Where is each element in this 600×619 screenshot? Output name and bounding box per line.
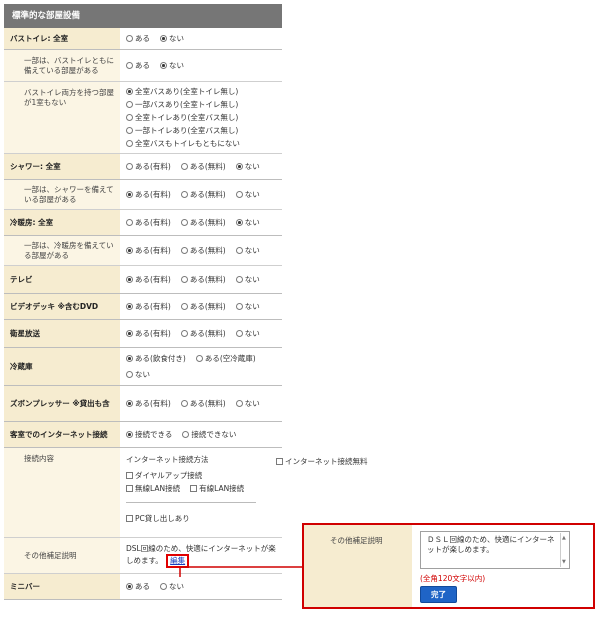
char-limit-note: (全角120文字以内) [420, 574, 486, 583]
scroll-down-icon[interactable]: ▼ [562, 557, 566, 567]
other-notes-textarea[interactable]: ＤＳＬ回線のため、快適にインターネットが楽しめます。 ▲ ▼ [420, 531, 570, 569]
scroll-up-icon[interactable]: ▲ [562, 533, 566, 543]
edit-callout: その他補足説明 ＤＳＬ回線のため、快適にインターネットが楽しめます。 ▲ ▼ (… [302, 523, 595, 609]
textarea-scrollbar[interactable]: ▲ ▼ [560, 533, 568, 567]
callout-label: その他補足説明 [304, 525, 412, 607]
done-button[interactable]: 完了 [420, 586, 457, 603]
connector-line [179, 566, 302, 577]
